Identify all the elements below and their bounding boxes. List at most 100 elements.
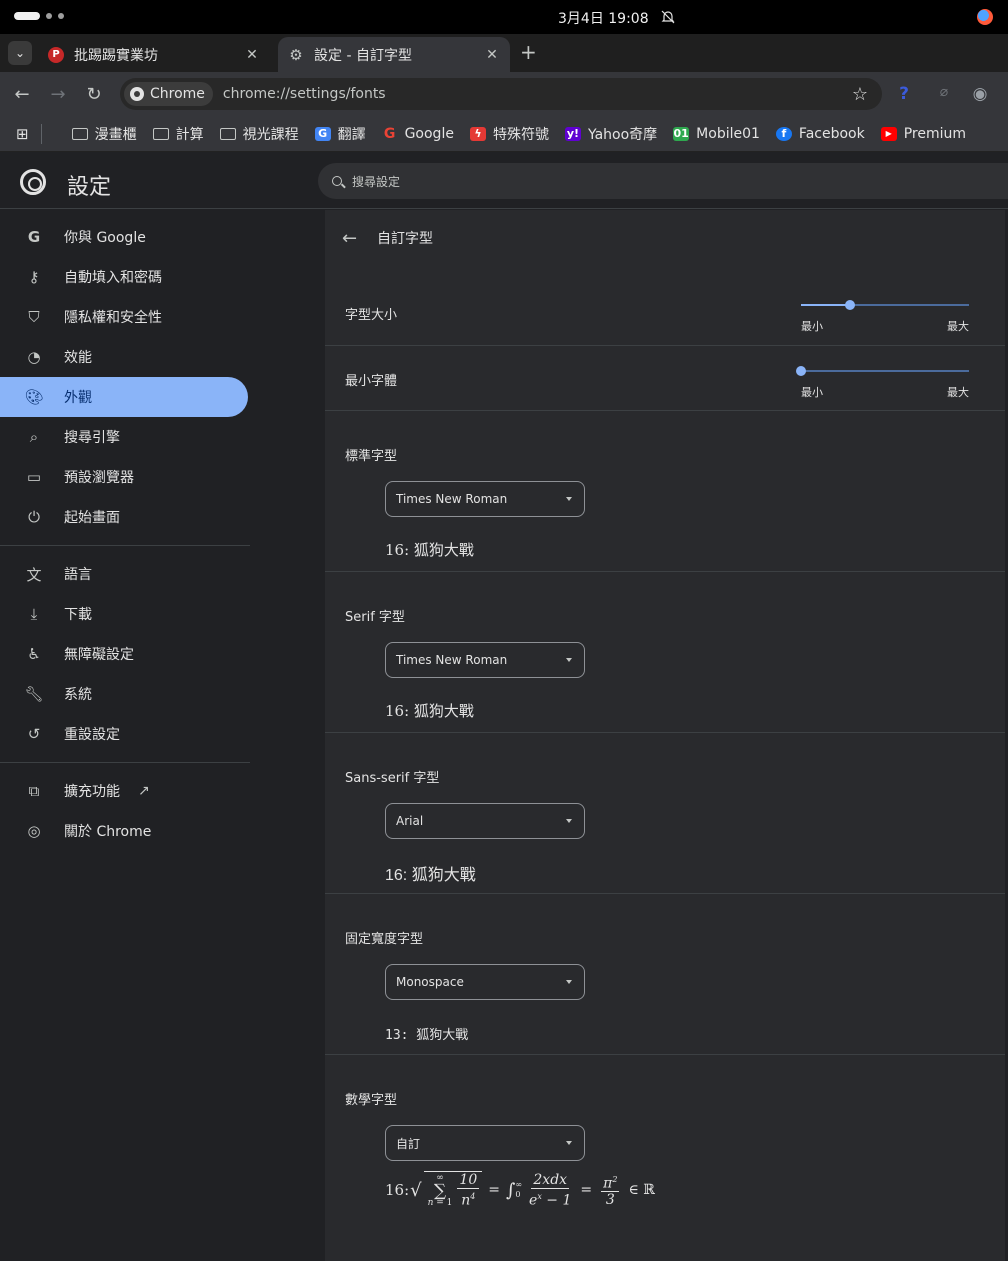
speedometer-icon: ◔: [27, 348, 41, 366]
slider-min-label: 最小: [801, 320, 823, 333]
sidebar-item-search-engine[interactable]: ⌕ 搜尋引擎: [0, 417, 248, 457]
sidebar-item-extensions[interactable]: ⧉ 擴充功能 ↗: [0, 771, 248, 811]
reload-icon[interactable]: ↻: [84, 84, 104, 105]
workspace-dot: [46, 13, 52, 19]
sidebar-item-you-and-google[interactable]: G 你與 Google: [0, 217, 248, 257]
font-size-slider[interactable]: 最小 最大: [801, 299, 969, 333]
bookmark-item[interactable]: y! Yahoo奇摩: [564, 124, 657, 144]
tab-title: 設定 - 自訂字型: [314, 47, 412, 64]
apps-grid-icon[interactable]: ⊞: [16, 125, 29, 143]
notifications-muted-icon[interactable]: [660, 9, 676, 25]
sidebar-item-autofill[interactable]: ⚷ 自動填入和密碼: [0, 257, 248, 297]
site-info-chip[interactable]: Chrome: [124, 82, 213, 106]
yahoo-icon: y!: [564, 126, 581, 141]
sidebar-item-privacy[interactable]: ⛉ 隱私權和安全性: [0, 297, 248, 337]
sqrt-radical: √: [410, 1179, 422, 1201]
math-sample-prefix: 16:: [385, 1181, 410, 1199]
gear-icon: ⚙: [289, 45, 303, 64]
dropdown-caret-icon: [566, 497, 572, 501]
standard-font-label: 標準字型: [345, 449, 398, 464]
slider-fill: [801, 304, 850, 306]
tab-settings-fonts[interactable]: ⚙ 設定 - 自訂字型 ✕: [278, 37, 510, 72]
help-extension-icon[interactable]: ?: [894, 84, 914, 104]
fixed-width-font-select[interactable]: Monospace: [385, 964, 585, 1000]
sidebar-item-label: 語言: [64, 567, 92, 583]
facebook-icon: f: [775, 126, 792, 141]
bookmark-item[interactable]: 漫畫櫃: [71, 124, 137, 144]
dropdown-caret-icon: [566, 1141, 572, 1145]
workspace-indicator[interactable]: [14, 12, 64, 20]
sidebar-item-reset[interactable]: ↺ 重設設定: [0, 714, 248, 754]
mouse-extension-icon[interactable]: ⌀: [934, 84, 954, 100]
new-tab-button[interactable]: +: [520, 40, 537, 64]
serif-font-select[interactable]: Times New Roman: [385, 642, 585, 678]
sidebar-item-system[interactable]: 🔧︎ 系統: [0, 674, 248, 714]
sidebar-item-accessibility[interactable]: ♿︎ 無障礙設定: [0, 634, 248, 674]
sidebar-item-appearance[interactable]: 🎨︎ 外觀: [0, 377, 248, 417]
address-bar[interactable]: Chrome chrome://settings/fonts ☆: [120, 78, 882, 110]
bookmark-item[interactable]: G 翻譯: [314, 124, 366, 144]
bookmark-item[interactable]: f Facebook: [775, 125, 865, 142]
slider-track: [801, 370, 969, 372]
sidebar-item-label: 擴充功能: [64, 784, 120, 800]
forward-icon[interactable]: →: [48, 84, 68, 105]
back-icon[interactable]: ←: [12, 84, 32, 105]
math-font-label: 數學字型: [345, 1093, 398, 1108]
sidebar-item-downloads[interactable]: ⤓ 下載: [0, 594, 248, 634]
font-size-label: 字型大小: [345, 308, 398, 323]
bookmark-item[interactable]: ϟ 特殊符號: [469, 124, 549, 144]
puzzle-icon: ⧉: [28, 782, 40, 800]
bookmark-label: 翻譯: [337, 126, 366, 143]
sidebar-item-label: 你與 Google: [64, 230, 146, 246]
min-font-row: 最小字體 最小 最大: [325, 345, 1005, 411]
bookmark-item[interactable]: 視光課程: [219, 124, 299, 144]
browser-window-icon: ▭: [26, 468, 42, 486]
bookmark-star-icon[interactable]: ☆: [852, 84, 868, 105]
sidebar-item-label: 自動填入和密碼: [64, 270, 162, 286]
clock[interactable]: 3月4日 19:08: [558, 8, 649, 28]
sidebar-item-about-chrome[interactable]: ◎ 關於 Chrome: [0, 811, 248, 851]
close-tab-icon[interactable]: ✕: [244, 47, 260, 63]
slider-thumb[interactable]: [845, 300, 855, 310]
bookmarks-bar: ⊞ 漫畫櫃 計算 視光課程 G 翻譯 G Google ϟ 特殊符號 y! Yahoo奇…: [0, 116, 1008, 152]
settings-search-input[interactable]: 搜尋設定: [318, 163, 1008, 199]
bookmark-item[interactable]: G Google: [382, 126, 454, 142]
bookmark-label: Facebook: [798, 125, 865, 142]
profile-icon[interactable]: ◉: [970, 84, 990, 104]
slider-max-label: 最大: [947, 386, 969, 399]
select-value: 自訂: [396, 1136, 421, 1151]
sans-serif-font-select[interactable]: Arial: [385, 803, 585, 839]
google-translate-icon: G: [314, 126, 331, 141]
close-tab-icon[interactable]: ✕: [484, 47, 500, 63]
sidebar-item-performance[interactable]: ◔ 效能: [0, 337, 248, 377]
fraction: 10 n4: [457, 1172, 480, 1209]
standard-font-select[interactable]: Times New Roman: [385, 481, 585, 517]
folder-icon: [71, 127, 88, 140]
settings-sidebar: G 你與 Google ⚷ 自動填入和密碼 ⛉ 隱私權和安全性 ◔ 效能 🎨︎ 外觀 ⌕ 搜…: [0, 210, 325, 1261]
tab-search-button[interactable]: ⌄: [8, 41, 32, 65]
tab-title: 批踢踢實業坊: [74, 47, 158, 64]
sidebar-item-default-browser[interactable]: ▭ 預設瀏覽器: [0, 457, 248, 497]
workspace-dot: [58, 13, 64, 19]
slider-thumb[interactable]: [796, 366, 806, 376]
select-value: Times New Roman: [396, 653, 508, 667]
sidebar-item-languages[interactable]: 文 語言: [0, 554, 248, 594]
bookmark-item[interactable]: ▶ Premium: [880, 126, 966, 142]
select-value: Arial: [396, 814, 424, 828]
sidebar-item-label: 起始畫面: [64, 510, 120, 526]
min-font-label: 最小字體: [345, 374, 398, 389]
min-font-slider[interactable]: 最小 最大: [796, 365, 969, 399]
serif-font-section: Serif 字型 Times New Roman 16: 狐狗大戰: [325, 571, 1005, 732]
browser-toolbar: ← → ↻ Chrome chrome://settings/fonts ☆ ?…: [0, 72, 1008, 116]
sidebar-item-label: 系統: [64, 687, 92, 703]
sidebar-item-on-startup[interactable]: ⏻ 起始畫面: [0, 497, 248, 537]
tab-ptt[interactable]: P 批踢踢實業坊 ✕: [38, 37, 270, 72]
bookmark-item[interactable]: 計算: [152, 124, 204, 144]
url-text[interactable]: chrome://settings/fonts: [223, 86, 852, 102]
math-font-select[interactable]: 自訂: [385, 1125, 585, 1161]
system-status-icon[interactable]: [977, 9, 993, 25]
back-arrow-icon[interactable]: ←: [342, 228, 362, 249]
bookmark-item[interactable]: 01 Mobile01: [673, 126, 760, 142]
shield-icon: ⛉: [28, 308, 40, 326]
power-icon: ⏻: [28, 508, 40, 526]
